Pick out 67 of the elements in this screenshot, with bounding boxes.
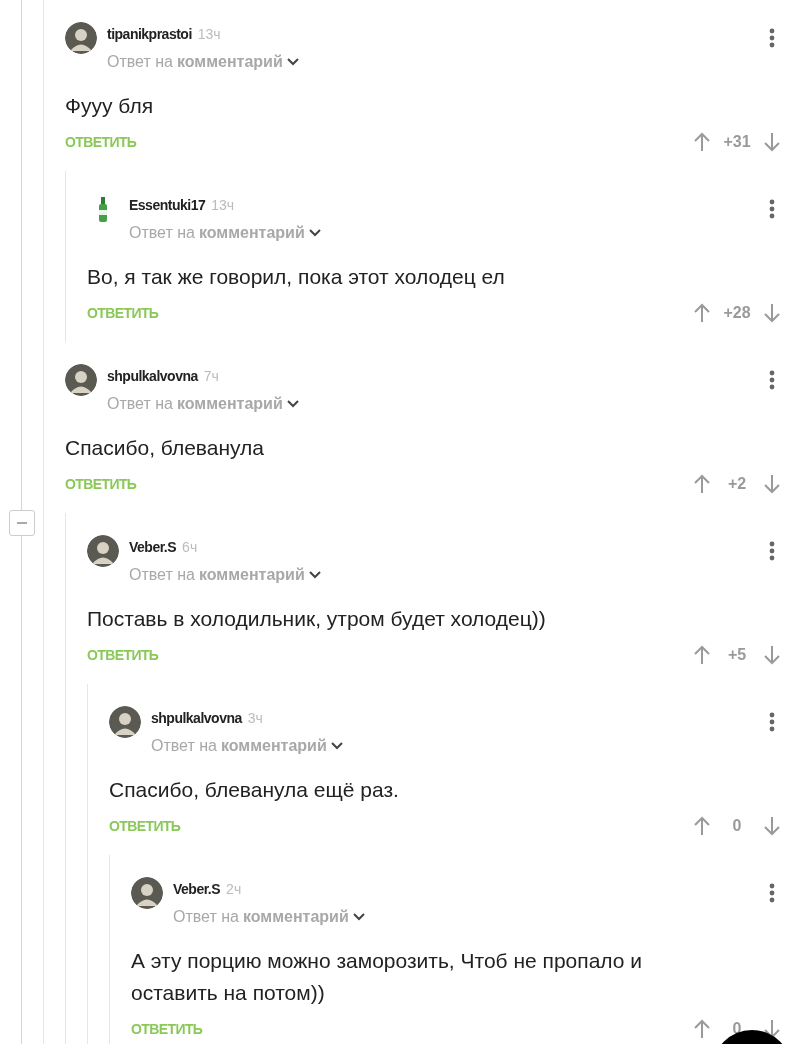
reply-to-label: Ответ на xyxy=(151,736,217,756)
username[interactable]: shpulkalvovna xyxy=(107,365,198,387)
reply-to-label: Ответ на xyxy=(107,394,173,414)
comment-time: 7ч xyxy=(203,366,219,386)
avatar xyxy=(87,535,119,567)
chevron-down-icon[interactable] xyxy=(330,742,343,750)
upvote-icon[interactable] xyxy=(694,1019,710,1039)
comment-text: Во, я так же говорил, пока этот холодец ел xyxy=(87,264,506,290)
rating: +5 xyxy=(726,645,748,665)
comment-time: 2ч xyxy=(226,879,242,899)
more-icon[interactable] xyxy=(769,28,775,48)
parent-comment-link[interactable]: комментарий xyxy=(198,563,305,587)
comment-time: 13ч xyxy=(211,195,235,215)
avatar xyxy=(131,877,163,909)
rating: +2 xyxy=(726,474,748,494)
username[interactable]: Veber.S xyxy=(129,536,177,558)
reply-to-label: Ответ на xyxy=(173,907,239,927)
rating: +31 xyxy=(722,132,752,152)
reply-button[interactable]: ОТВЕТИТЬ xyxy=(65,473,137,495)
rating: 0 xyxy=(731,1019,743,1039)
parent-comment-link[interactable]: комментарий xyxy=(198,221,305,245)
reply-button[interactable]: ОТВЕТИТЬ xyxy=(131,1018,203,1040)
chevron-down-icon[interactable] xyxy=(352,913,365,921)
more-icon[interactable] xyxy=(769,370,775,390)
comment-text: Спасибо, блеванула ещё раз. xyxy=(109,777,400,803)
upvote-icon[interactable] xyxy=(694,474,710,494)
reply-button[interactable]: ОТВЕТИТЬ xyxy=(65,131,137,153)
parent-comment-link[interactable]: комментарий xyxy=(242,905,349,929)
more-icon[interactable] xyxy=(769,199,775,219)
username[interactable]: Essentuki17 xyxy=(129,194,206,216)
upvote-icon[interactable] xyxy=(694,303,710,323)
more-icon[interactable] xyxy=(769,541,775,561)
parent-comment-link[interactable]: комментарий xyxy=(220,734,327,758)
downvote-icon[interactable] xyxy=(764,1019,780,1039)
comment-time: 3ч xyxy=(247,708,263,728)
reply-button[interactable]: ОТВЕТИТЬ xyxy=(87,302,159,324)
parent-comment-link[interactable]: комментарий xyxy=(176,50,283,74)
comment-text: Спасибо, блеванула xyxy=(65,435,265,461)
chevron-down-icon[interactable] xyxy=(286,58,299,66)
parent-comment-link[interactable]: комментарий xyxy=(176,392,283,416)
reply-to-label: Ответ на xyxy=(129,223,195,243)
more-icon[interactable] xyxy=(769,712,775,732)
upvote-icon[interactable] xyxy=(694,645,710,665)
chevron-down-icon[interactable] xyxy=(308,229,321,237)
comment-text: А эту порцию можно заморозить, Чтоб не пропало и оставить на потом)) xyxy=(131,948,644,1006)
reply-button[interactable]: ОТВЕТИТЬ xyxy=(87,644,159,666)
comment-time: 6ч xyxy=(182,537,198,557)
rating: +28 xyxy=(722,303,752,323)
avatar xyxy=(109,706,141,738)
username[interactable]: Veber.S xyxy=(173,878,221,900)
rating: 0 xyxy=(731,816,743,836)
reply-button[interactable]: ОТВЕТИТЬ xyxy=(109,815,181,837)
upvote-icon[interactable] xyxy=(694,816,710,836)
avatar xyxy=(65,22,97,54)
reply-to-label: Ответ на xyxy=(107,52,173,72)
more-icon[interactable] xyxy=(769,883,775,903)
reply-to-label: Ответ на xyxy=(129,565,195,585)
chevron-down-icon[interactable] xyxy=(286,400,299,408)
avatar xyxy=(65,364,97,396)
username[interactable]: tipanikprastoi xyxy=(107,23,192,45)
bottle-icon xyxy=(99,196,107,222)
comment-text: Поставь в холодильник, утром будет холодец)) xyxy=(87,606,547,632)
comment-text: Фууу бля xyxy=(65,93,154,119)
comment-time: 13ч xyxy=(197,24,221,44)
chevron-down-icon[interactable] xyxy=(308,571,321,579)
upvote-icon[interactable] xyxy=(694,132,710,152)
username[interactable]: shpulkalvovna xyxy=(151,707,242,729)
